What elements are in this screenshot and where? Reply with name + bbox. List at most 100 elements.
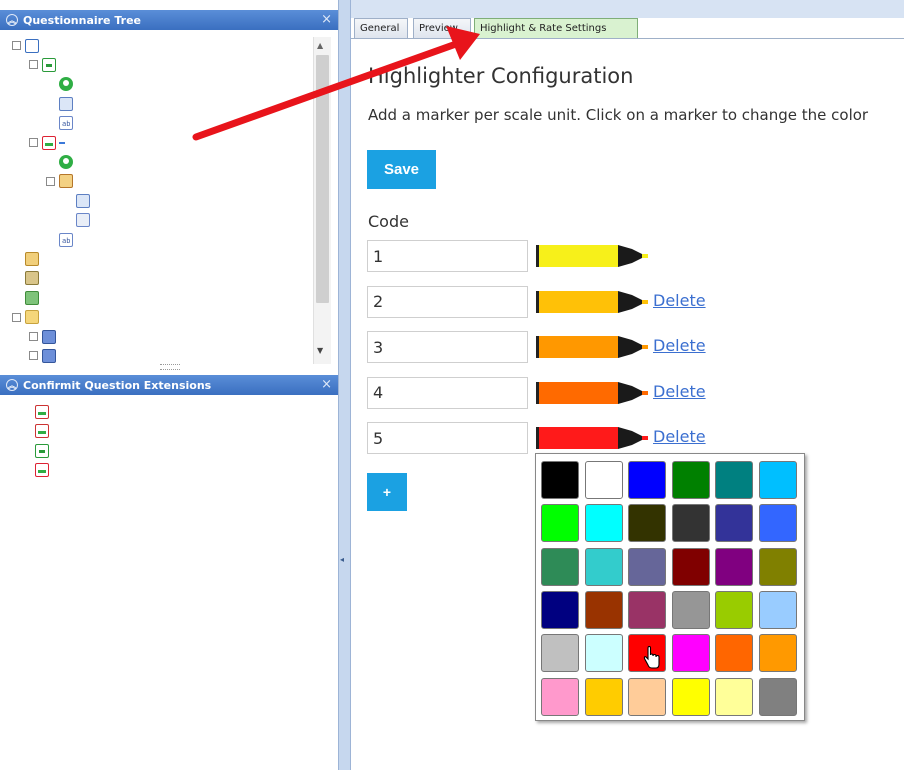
code-input[interactable] bbox=[367, 331, 528, 363]
collapse-toggle-icon[interactable] bbox=[46, 176, 55, 186]
highlighter-marker-icon[interactable] bbox=[536, 425, 649, 451]
tree-scrollbar[interactable]: ▲ ▼ bbox=[313, 37, 331, 364]
code-input[interactable] bbox=[367, 285, 528, 318]
scroll-thumb[interactable] bbox=[316, 55, 329, 303]
highlighter-marker-icon[interactable] bbox=[536, 289, 649, 315]
tree-node[interactable]: ab bbox=[46, 230, 76, 249]
color-swatch[interactable] bbox=[758, 547, 797, 586]
color-swatch[interactable] bbox=[541, 504, 579, 543]
collapse-toggle-icon[interactable] bbox=[12, 312, 21, 322]
highlighter-marker-icon[interactable] bbox=[536, 334, 649, 360]
top-strip bbox=[351, 0, 904, 18]
image-map-icon bbox=[35, 404, 49, 419]
splitter-arrow-icon[interactable]: ◂ bbox=[340, 555, 344, 564]
collapse-toggle-icon[interactable] bbox=[12, 41, 21, 50]
color-swatch[interactable] bbox=[541, 677, 579, 716]
color-swatch[interactable] bbox=[758, 504, 797, 543]
tree-node[interactable]: ab bbox=[46, 114, 76, 133]
color-swatch[interactable] bbox=[671, 590, 710, 629]
color-swatch[interactable] bbox=[628, 504, 666, 543]
color-swatch[interactable] bbox=[628, 590, 666, 629]
tab-preview[interactable]: Preview bbox=[413, 18, 471, 38]
color-swatch[interactable] bbox=[628, 461, 666, 499]
color-swatch[interactable] bbox=[541, 634, 579, 673]
tree-node[interactable] bbox=[29, 327, 59, 346]
color-swatch[interactable] bbox=[671, 634, 710, 673]
questionnaire-tree-header: ︽ Questionnaire Tree × bbox=[0, 10, 338, 30]
extension-item[interactable] bbox=[35, 441, 52, 460]
tree-node[interactable] bbox=[29, 346, 59, 365]
tree-node[interactable] bbox=[12, 308, 42, 327]
color-swatch[interactable] bbox=[715, 547, 753, 586]
tab-highlight-rate-settings[interactable]: Highlight & Rate Settings bbox=[474, 18, 638, 38]
extension-item[interactable] bbox=[35, 461, 52, 480]
color-swatch[interactable] bbox=[584, 677, 623, 716]
highlighter-marker-icon[interactable] bbox=[536, 243, 649, 269]
tree-node[interactable] bbox=[63, 191, 93, 210]
code-input[interactable] bbox=[367, 240, 528, 272]
color-swatch[interactable] bbox=[758, 634, 797, 673]
delete-link[interactable]: Delete bbox=[653, 291, 706, 310]
tree-node[interactable] bbox=[29, 133, 65, 152]
delete-link[interactable]: Delete bbox=[653, 336, 706, 355]
color-swatch[interactable] bbox=[628, 547, 666, 586]
code-input[interactable] bbox=[367, 422, 528, 454]
close-icon[interactable]: × bbox=[321, 12, 332, 27]
tree-node[interactable] bbox=[12, 288, 42, 307]
color-swatch[interactable] bbox=[671, 677, 710, 716]
delete-link[interactable]: Delete bbox=[653, 427, 706, 446]
resize-grip-icon[interactable] bbox=[160, 364, 180, 370]
tree-node[interactable] bbox=[29, 55, 59, 74]
block-icon bbox=[42, 348, 56, 363]
delete-link[interactable]: Delete bbox=[653, 382, 706, 401]
collapse-icon[interactable]: ︽ bbox=[6, 14, 18, 26]
extension-item[interactable] bbox=[35, 402, 52, 421]
tab-general[interactable]: General bbox=[354, 18, 408, 38]
color-swatch[interactable] bbox=[671, 547, 710, 586]
color-swatch[interactable] bbox=[671, 461, 710, 499]
color-swatch[interactable] bbox=[541, 461, 579, 499]
add-marker-button[interactable]: + bbox=[367, 473, 407, 511]
tree-node[interactable] bbox=[12, 36, 42, 55]
color-swatch[interactable] bbox=[541, 590, 579, 629]
color-swatch[interactable] bbox=[541, 547, 579, 586]
color-swatch[interactable] bbox=[628, 677, 666, 716]
color-swatch[interactable] bbox=[758, 461, 797, 499]
expand-toggle-icon[interactable] bbox=[29, 351, 38, 361]
color-swatch[interactable] bbox=[715, 677, 753, 716]
color-swatch[interactable] bbox=[715, 634, 753, 673]
scroll-down-icon[interactable]: ▼ bbox=[317, 346, 323, 355]
tree-node[interactable] bbox=[46, 152, 76, 171]
color-swatch[interactable] bbox=[584, 504, 623, 543]
collapse-toggle-icon[interactable] bbox=[29, 60, 38, 70]
tree-node[interactable] bbox=[46, 172, 76, 191]
tree-node[interactable] bbox=[12, 269, 42, 288]
quotas-icon bbox=[25, 271, 39, 286]
highlight-rate-icon bbox=[35, 463, 49, 477]
color-swatch[interactable] bbox=[715, 461, 753, 499]
pane-splitter[interactable]: ◂ bbox=[338, 0, 351, 770]
highlighter-marker-icon[interactable] bbox=[536, 380, 649, 406]
color-swatch[interactable] bbox=[715, 590, 753, 629]
code-input[interactable] bbox=[367, 376, 528, 409]
color-swatch[interactable] bbox=[715, 504, 753, 543]
extension-item[interactable] bbox=[35, 422, 52, 441]
color-swatch[interactable] bbox=[758, 590, 797, 629]
color-swatch[interactable] bbox=[671, 504, 710, 543]
tree-node[interactable] bbox=[12, 249, 42, 268]
collapse-icon[interactable]: ︽ bbox=[6, 379, 18, 391]
close-icon[interactable]: × bbox=[321, 377, 332, 392]
tree-node[interactable] bbox=[46, 75, 76, 94]
expand-toggle-icon[interactable] bbox=[29, 332, 38, 341]
color-swatch[interactable] bbox=[584, 547, 623, 586]
collapse-toggle-icon[interactable] bbox=[29, 138, 38, 147]
color-swatch[interactable] bbox=[584, 634, 623, 673]
scroll-up-icon[interactable]: ▲ bbox=[317, 41, 323, 50]
tree-node[interactable] bbox=[63, 211, 93, 230]
color-swatch[interactable] bbox=[584, 590, 623, 629]
tree-node[interactable] bbox=[46, 94, 76, 113]
highlight-text-icon bbox=[35, 443, 49, 458]
color-swatch[interactable] bbox=[584, 461, 623, 499]
save-button[interactable]: Save bbox=[367, 150, 436, 189]
color-swatch[interactable] bbox=[758, 677, 797, 716]
